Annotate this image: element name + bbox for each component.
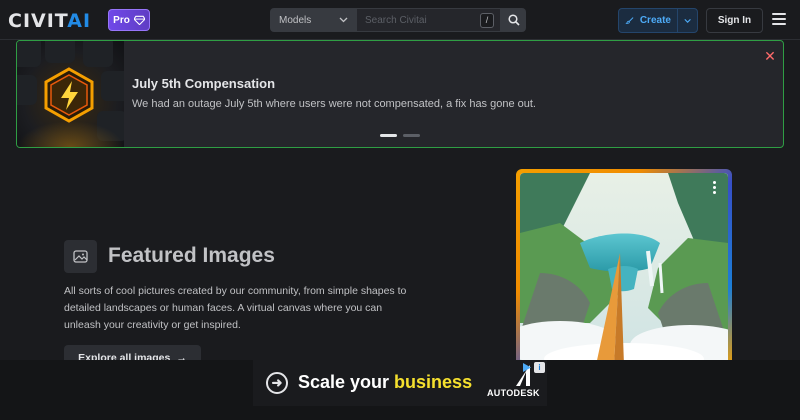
hamburger-menu-icon[interactable] [772,13,786,25]
chevron-down-icon [339,17,348,23]
announcement-text: We had an outage July 5th where users we… [132,98,536,110]
section-description: All sorts of cool pictures created by ou… [64,285,407,331]
diamond-icon [133,15,145,25]
chevron-down-icon[interactable] [684,18,691,24]
announcement-banner: July 5th Compensation We had an outage J… [16,40,784,148]
arrow-circle-icon: ➜ [266,372,288,394]
pro-button[interactable]: Pro [108,9,150,31]
more-options-icon[interactable] [713,181,717,196]
carousel-dot-active[interactable] [380,134,397,137]
pro-label: Pro [113,14,130,26]
search-icon [507,14,520,26]
search-type-value: Models [279,14,312,26]
sign-in-button[interactable]: Sign In [706,8,763,33]
search-bar: Models Search Civitai / [270,8,526,32]
advertisement[interactable]: ➜ Scale your business AUTODESK i [253,360,547,406]
ad-brand: AUTODESK [487,388,540,398]
create-divider [676,8,678,33]
create-button[interactable]: Create [618,8,698,33]
search-button[interactable] [501,8,526,32]
lightning-bolt-icon [44,67,94,123]
ad-text-prefix: Scale your [298,372,395,392]
search-type-select[interactable]: Models [270,8,357,32]
create-label: Create [639,15,671,26]
search-input[interactable]: Search Civitai / [357,8,501,32]
logo-text-ai: AI [67,10,92,32]
section-title: Featured Images [108,244,275,267]
image-icon [64,240,97,273]
civitai-logo[interactable]: CIVITAI [8,10,91,32]
close-icon[interactable]: ✕ [763,49,777,63]
brush-icon [625,17,634,24]
landscape-artwork [520,173,728,365]
announcement-image [17,41,124,147]
featured-image-card[interactable] [516,169,732,369]
announcement-title: July 5th Compensation [132,76,276,91]
search-shortcut-key: / [480,12,494,28]
top-navbar: CIVITAI Pro Models Search Civitai / Crea… [0,0,800,40]
ad-info-icon[interactable]: i [534,362,545,373]
search-placeholder: Search Civitai [365,14,427,26]
ad-headline: Scale your business [298,372,472,393]
ad-choices-icon[interactable] [521,362,532,373]
logo-text-main: CIVIT [8,10,68,32]
carousel-dot[interactable] [403,134,420,137]
ad-text-highlight: business [394,372,473,392]
featured-image[interactable] [520,173,728,365]
